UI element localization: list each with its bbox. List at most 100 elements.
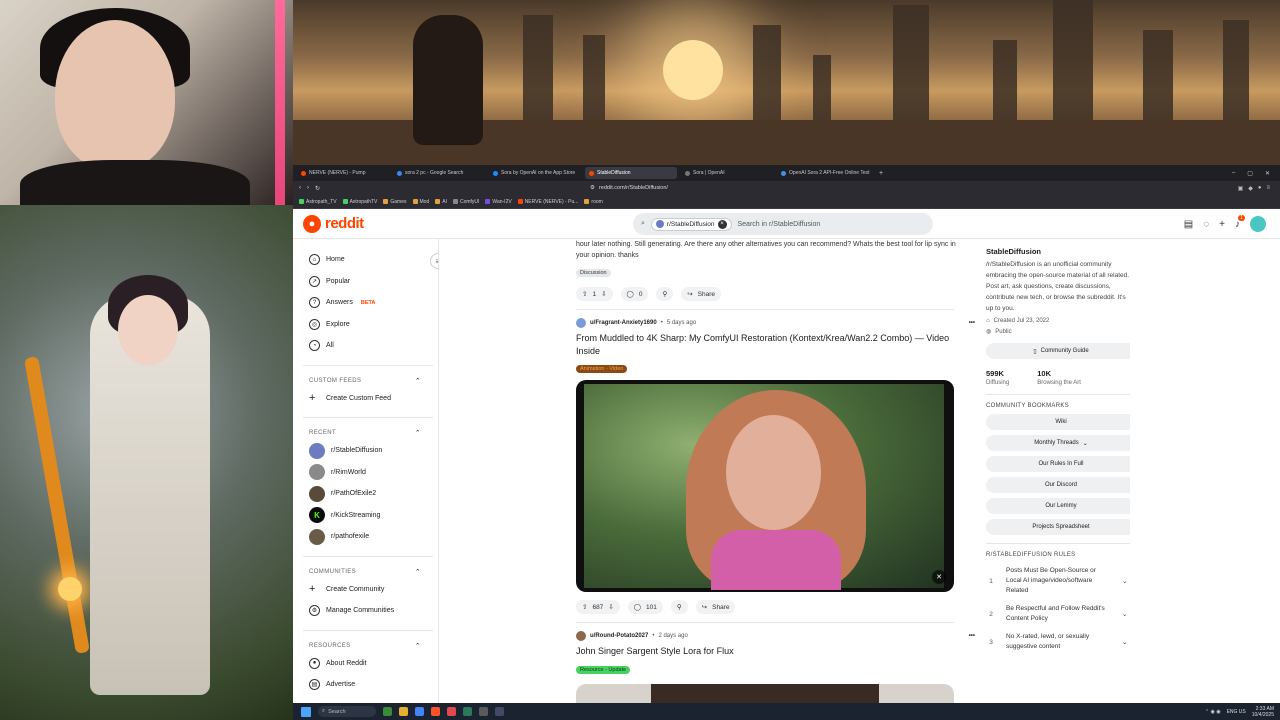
folder-icon[interactable]: [399, 707, 408, 716]
downvote-icon[interactable]: ⇩: [601, 290, 606, 298]
minimize-icon[interactable]: –: [1232, 170, 1235, 177]
create-custom-feed[interactable]: + Create Custom Feed: [309, 388, 438, 410]
bookmark-item[interactable]: NERVE (NERVE) - Pu...: [517, 199, 578, 205]
close-icon[interactable]: ✕: [1265, 170, 1270, 177]
collapse-nav-button[interactable]: ≡: [430, 253, 438, 269]
rule-item[interactable]: 3 No X-rated, lewd, or sexually suggestiv…: [986, 632, 1130, 652]
maximize-icon[interactable]: ▢: [1247, 170, 1253, 177]
recent-header[interactable]: RECENT ⌃: [309, 426, 421, 440]
comments-button[interactable]: ◯ 0: [620, 287, 649, 301]
clock[interactable]: 2:33 AM 10/4/2025: [1252, 706, 1274, 718]
advertise-icon[interactable]: ▤: [1184, 219, 1193, 230]
award-button[interactable]: ⚲: [656, 287, 674, 301]
reload-icon[interactable]: ↻: [315, 185, 320, 192]
search-input[interactable]: ⌕ r/StableDiffusion × Search in r/Stable…: [633, 213, 933, 235]
manage-communities[interactable]: ⚙ Manage Communities: [309, 600, 438, 622]
create-post-icon[interactable]: +: [1219, 219, 1225, 230]
mute-icon[interactable]: ✕: [932, 570, 946, 584]
recent-item[interactable]: r/pathofexile: [309, 526, 438, 548]
bookmark-discord[interactable]: Our Discord: [986, 477, 1130, 493]
chat-icon[interactable]: ◌: [1203, 219, 1209, 230]
app-icon[interactable]: [383, 707, 392, 716]
more-options-icon[interactable]: •••: [969, 320, 975, 326]
communities-header[interactable]: COMMUNITIES ⌃: [309, 565, 421, 579]
post-video[interactable]: ✕: [576, 380, 954, 592]
advertise[interactable]: ▤ Advertise: [309, 674, 438, 696]
remove-scope-icon[interactable]: ×: [717, 219, 727, 229]
post-flair[interactable]: Resource - Update: [576, 665, 631, 674]
user-avatar[interactable]: [576, 631, 586, 641]
about-reddit[interactable]: ● About Reddit: [309, 653, 438, 675]
taskbar-search[interactable]: ⌕ Search: [318, 706, 376, 717]
brave-icon[interactable]: [431, 707, 440, 716]
bookmark-folder[interactable]: room: [584, 199, 603, 205]
nav-explore[interactable]: ◎ Explore: [309, 314, 438, 336]
rule-item[interactable]: 1 Posts Must Be Open-Source or Local AI i…: [986, 566, 1130, 596]
bookmark-monthly-threads[interactable]: Monthly Threads ⌄: [986, 435, 1130, 451]
post-title[interactable]: John Singer Sargent Style Lora for Flux: [576, 645, 954, 658]
post-author[interactable]: u/Fragrant-Anxiety1690: [590, 320, 657, 326]
app-icon[interactable]: [479, 707, 488, 716]
extension-icon[interactable]: ▣: [1238, 185, 1244, 192]
nav-home[interactable]: ⌂ Home: [309, 249, 438, 271]
app-icon[interactable]: [447, 707, 456, 716]
nav-popular[interactable]: ↗ Popular: [309, 271, 438, 293]
reddit-logo[interactable]: ● reddit: [303, 214, 364, 233]
search-scope-chip[interactable]: r/StableDiffusion ×: [650, 217, 732, 231]
user-avatar[interactable]: [1250, 216, 1266, 232]
browser-tab[interactable]: Sora by OpenAI on the App Store: [489, 167, 581, 179]
browser-tab-active[interactable]: StableDiffusion: [585, 167, 677, 179]
bookmark-folder[interactable]: AI: [435, 199, 447, 205]
share-button[interactable]: ↪ Share: [681, 287, 722, 301]
resources-header[interactable]: RESOURCES ⌃: [309, 639, 421, 653]
award-button[interactable]: ⚲: [670, 600, 688, 614]
recent-item[interactable]: Kr/KickStreaming: [309, 505, 438, 527]
post-title[interactable]: From Muddled to 4K Sharp: My ComfyUI Res…: [576, 332, 954, 357]
recent-item[interactable]: r/RimWorld: [309, 462, 438, 484]
bookmark-item[interactable]: ComfyUI: [452, 199, 479, 205]
new-tab-button[interactable]: +: [879, 170, 883, 177]
bookmark-item[interactable]: Wan-I2V: [485, 199, 512, 205]
extension-icon[interactable]: ●: [1258, 185, 1262, 192]
address-bar[interactable]: ⚙ reddit.com/r/StableDiffusion/: [586, 183, 976, 193]
post-flair[interactable]: Discussion: [576, 269, 611, 277]
create-community[interactable]: + Create Community: [309, 579, 438, 601]
post-card[interactable]: u/Fragrant-Anxiety1690 • 5 days ago ••• …: [576, 318, 979, 614]
user-avatar[interactable]: [576, 318, 586, 328]
community-guide-button[interactable]: ▯ Community Guide: [986, 343, 1130, 359]
forward-icon[interactable]: ›: [307, 185, 309, 191]
post-flair[interactable]: Animation - Video: [576, 365, 628, 373]
site-info-icon[interactable]: ⚙: [590, 185, 595, 191]
browser-tab[interactable]: sora 2 pc - Google Search: [393, 167, 485, 179]
extension-icon[interactable]: ◆: [1248, 185, 1253, 192]
upvote-icon[interactable]: ⇧: [582, 290, 587, 298]
bookmark-item[interactable]: AstropathTV: [342, 199, 377, 205]
bookmark-item[interactable]: Astropath_TV: [299, 199, 337, 205]
browser-tab[interactable]: NERVE (NERVE) - Pump: [297, 167, 389, 179]
start-icon[interactable]: [301, 706, 311, 717]
nav-answers[interactable]: ? Answers BETA: [309, 292, 438, 314]
bookmark-spreadsheet[interactable]: Projects Spreadsheet: [986, 519, 1130, 535]
rule-item[interactable]: 2 Be Respectful and Follow Reddit's Conte…: [986, 604, 1130, 624]
bookmark-lemmy[interactable]: Our Lemmy: [986, 498, 1130, 514]
more-options-icon[interactable]: •••: [969, 633, 975, 639]
downvote-icon[interactable]: ⇩: [608, 603, 613, 611]
back-icon[interactable]: ‹: [299, 185, 301, 191]
recent-item[interactable]: r/PathOfExile2: [309, 483, 438, 505]
bookmark-folder[interactable]: Games: [383, 199, 407, 205]
bookmark-folder[interactable]: Mod: [412, 199, 429, 205]
language-indicator[interactable]: ENG US: [1227, 709, 1246, 715]
post-author[interactable]: u/Round-Potato2027: [590, 633, 648, 639]
tray-icons[interactable]: ⌃ ◉ ◉: [1205, 709, 1221, 715]
steam-icon[interactable]: [495, 707, 504, 716]
browser-tab[interactable]: Sora | OpenAI: [681, 167, 773, 179]
browser-tab[interactable]: OpenAI Sora 2 API-Free Online Text: [777, 167, 875, 179]
comments-button[interactable]: ◯ 101: [627, 600, 663, 614]
app-icon[interactable]: [463, 707, 472, 716]
share-button[interactable]: ↪ Share: [695, 600, 736, 614]
notifications-icon[interactable]: ♪ 1: [1235, 214, 1245, 230]
chrome-icon[interactable]: [415, 707, 424, 716]
recent-item[interactable]: r/StableDiffusion: [309, 440, 438, 462]
bookmark-wiki[interactable]: Wiki: [986, 414, 1130, 430]
nav-all[interactable]: ◔ All: [309, 335, 438, 357]
